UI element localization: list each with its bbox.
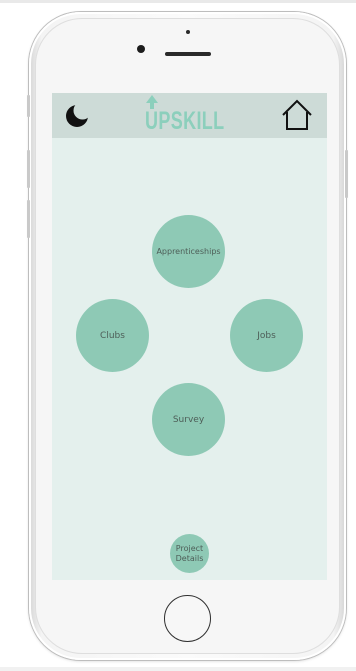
phone-home-button[interactable]	[164, 595, 211, 642]
volume-up-button	[27, 150, 30, 188]
mute-switch	[27, 95, 30, 117]
upskill-logo: UPSKILL	[140, 93, 240, 138]
apprenticeships-button[interactable]: Apprenticeships	[152, 215, 225, 288]
bottom-divider	[0, 667, 356, 671]
project-details-line2: Details	[175, 553, 204, 563]
jobs-button[interactable]: Jobs	[230, 299, 303, 372]
proximity-sensor	[186, 30, 190, 34]
earpiece-speaker	[165, 52, 211, 56]
jobs-label: Jobs	[257, 330, 276, 341]
apprenticeships-label: Apprenticeships	[156, 247, 221, 256]
logo-text: UPSKILL	[145, 107, 225, 135]
volume-down-button	[27, 200, 30, 238]
power-button	[345, 150, 348, 198]
app-screen: UPSKILL Apprenticeships Clubs Jobs Surve…	[52, 93, 327, 580]
clubs-label: Clubs	[100, 330, 125, 341]
front-camera	[137, 45, 145, 53]
survey-button[interactable]: Survey	[152, 383, 225, 456]
survey-label: Survey	[172, 414, 205, 425]
moon-icon[interactable]	[65, 103, 90, 128]
project-details-label: Project Details	[176, 544, 204, 564]
top-divider	[0, 0, 356, 3]
app-header: UPSKILL	[52, 93, 327, 138]
project-details-line1: Project	[175, 543, 204, 553]
home-icon[interactable]	[280, 98, 314, 132]
project-details-button[interactable]: Project Details	[170, 534, 209, 573]
clubs-button[interactable]: Clubs	[76, 299, 149, 372]
